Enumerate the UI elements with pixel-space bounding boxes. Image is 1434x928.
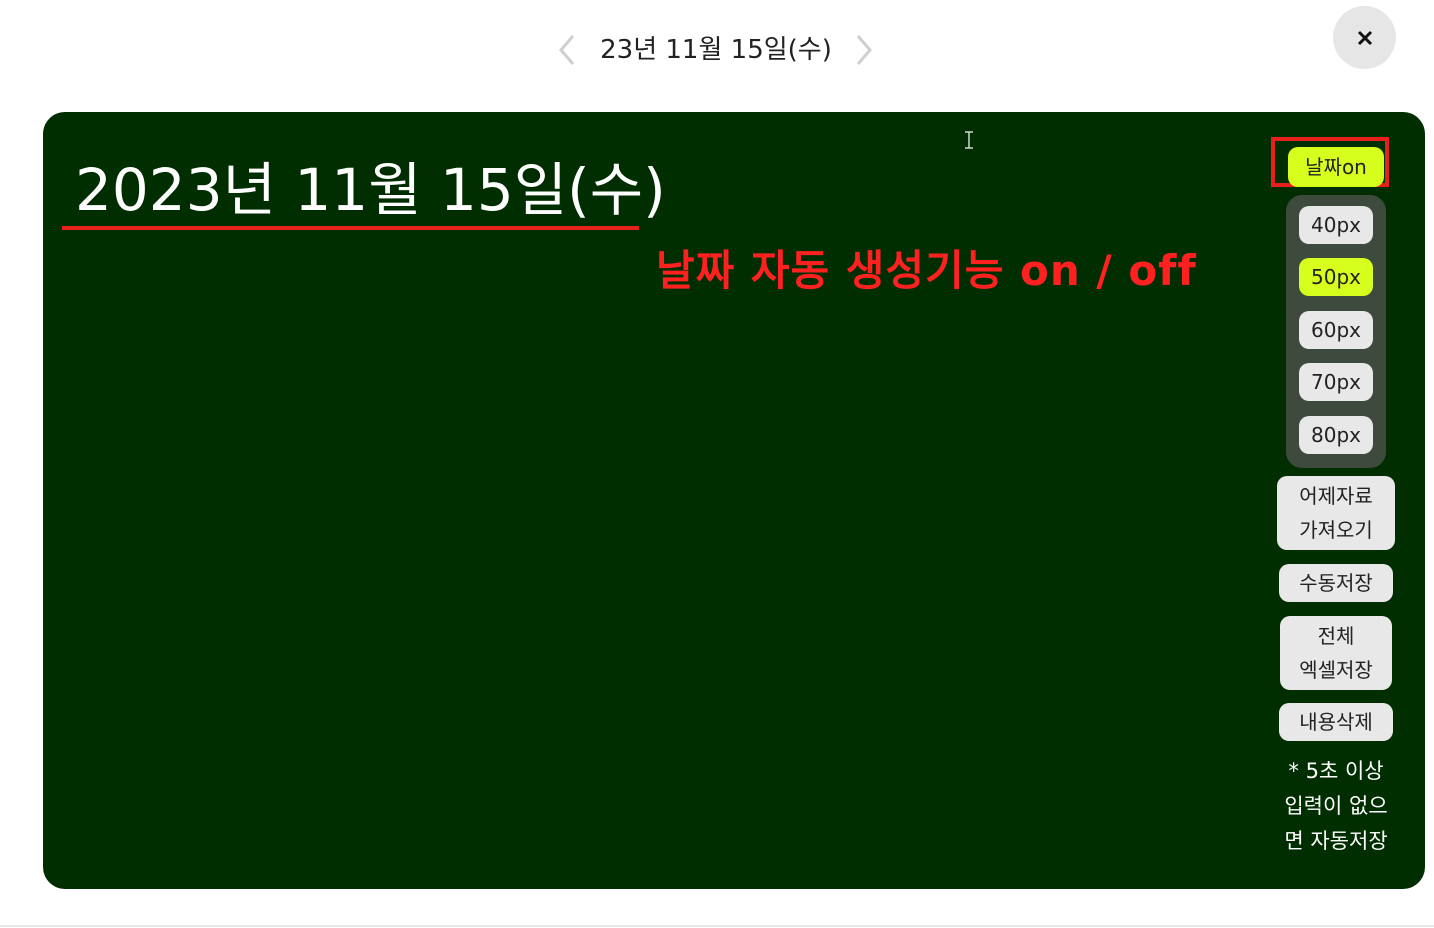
autosave-note-line2: 입력이 없으 bbox=[1284, 794, 1388, 818]
manual-save-button[interactable]: 수동저장 bbox=[1279, 564, 1393, 602]
chevron-right-icon bbox=[856, 35, 872, 65]
bottom-divider bbox=[0, 925, 1434, 927]
size-option-50[interactable]: 50px bbox=[1299, 258, 1373, 296]
size-option-40[interactable]: 40px bbox=[1299, 206, 1373, 244]
clear-content-button[interactable]: 내용삭제 bbox=[1279, 703, 1393, 741]
excel-save-line2: 엑셀저장 bbox=[1299, 658, 1373, 682]
text-cursor-icon bbox=[965, 131, 973, 149]
prev-day-button[interactable] bbox=[553, 30, 583, 70]
excel-save-all-button[interactable]: 전체 엑셀저장 bbox=[1280, 616, 1392, 690]
autosave-note-line1: * 5초 이상 bbox=[1288, 759, 1384, 783]
title-underline-highlight bbox=[62, 226, 639, 230]
date-toggle-button[interactable]: 날짜on bbox=[1288, 147, 1384, 187]
import-yesterday-button[interactable]: 어제자료 가져오기 bbox=[1277, 476, 1395, 550]
size-option-70[interactable]: 70px bbox=[1299, 363, 1373, 401]
excel-save-line1: 전체 bbox=[1317, 624, 1355, 648]
size-option-60[interactable]: 60px bbox=[1299, 311, 1373, 349]
autosave-note-line3: 면 자동저장 bbox=[1284, 829, 1388, 853]
next-day-button[interactable] bbox=[848, 30, 878, 70]
import-yesterday-line2: 가져오기 bbox=[1299, 518, 1373, 542]
import-yesterday-line1: 어제자료 bbox=[1299, 484, 1373, 508]
autosave-note: * 5초 이상 입력이 없으 면 자동저장 bbox=[1269, 754, 1403, 859]
close-button[interactable] bbox=[1333, 6, 1396, 69]
close-icon bbox=[1357, 30, 1372, 45]
size-option-80[interactable]: 80px bbox=[1299, 416, 1373, 454]
top-navigation: 23년 11월 15일(수) bbox=[0, 0, 1434, 100]
feature-annotation: 날짜 자동 생성기능 on / off bbox=[656, 246, 1197, 295]
board-date-title: 2023년 11월 15일(수) bbox=[75, 156, 666, 224]
chevron-left-icon bbox=[559, 35, 575, 65]
blackboard-editor[interactable]: 2023년 11월 15일(수) 날짜 자동 생성기능 on / off 날짜o… bbox=[43, 112, 1425, 889]
current-date-label: 23년 11월 15일(수) bbox=[600, 35, 832, 65]
